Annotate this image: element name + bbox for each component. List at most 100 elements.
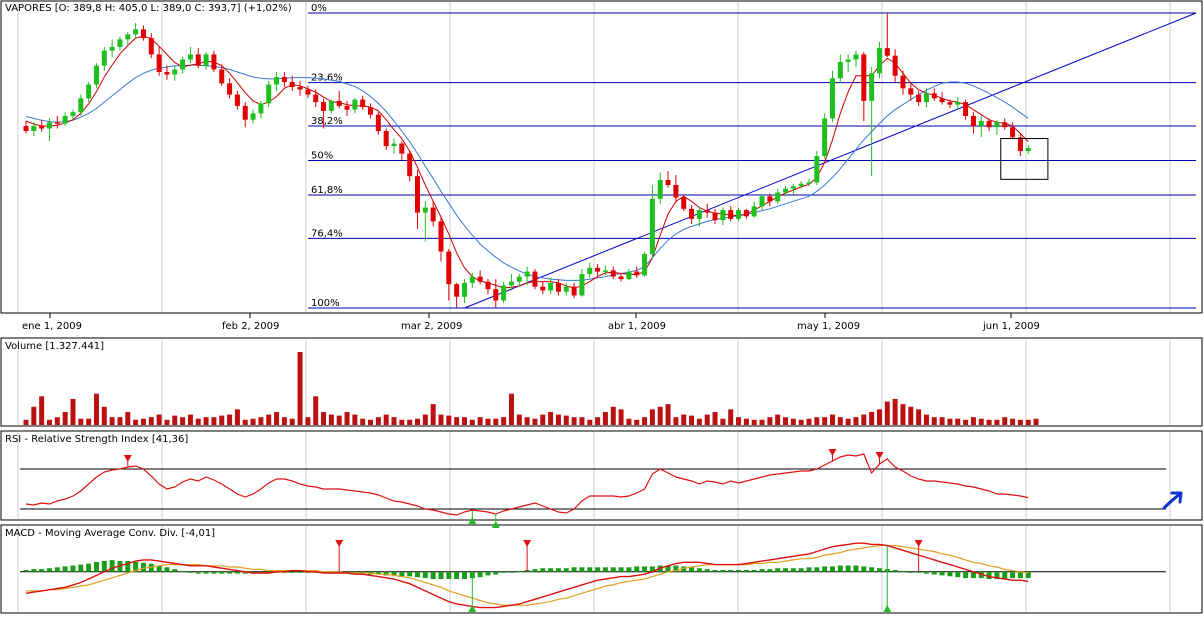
- candle-body: [689, 208, 695, 219]
- candle-down: [211, 50, 217, 72]
- candle-up: [814, 151, 820, 185]
- candle-body: [610, 270, 616, 277]
- candle-body: [1017, 137, 1023, 152]
- macd-histogram-bar: [955, 571, 961, 578]
- macd-histogram-bar: [939, 571, 945, 576]
- candle-up: [391, 138, 397, 154]
- candle-body: [595, 267, 601, 272]
- volume-bar: [187, 414, 193, 425]
- macd-histogram-bar: [532, 569, 538, 572]
- volume-bar: [164, 419, 170, 425]
- date-tick-label: abr 1, 2009: [608, 321, 666, 332]
- macd-histogram-bar: [454, 571, 460, 580]
- volume-bar: [884, 401, 890, 425]
- volume-bar: [516, 414, 522, 425]
- macd-histogram-bar: [743, 570, 749, 572]
- candle-body: [696, 210, 702, 219]
- rsi-grid: [17, 432, 1171, 519]
- macd-histogram-bar: [70, 565, 76, 572]
- candle-body: [180, 59, 186, 70]
- candle-body: [665, 179, 671, 185]
- volume-bar: [328, 414, 334, 425]
- candle-up: [642, 251, 648, 277]
- volume-bar: [743, 418, 749, 425]
- volume-bar: [540, 414, 546, 425]
- volume-bar: [869, 411, 875, 425]
- candle-body: [336, 100, 342, 106]
- volume-bar: [78, 418, 84, 425]
- volume-bar: [595, 417, 601, 425]
- candle-body: [422, 207, 428, 213]
- macd-histogram-bar: [78, 564, 84, 572]
- volume-bar: [211, 417, 217, 425]
- candle-body: [736, 210, 742, 219]
- volume-bar: [994, 419, 1000, 425]
- candle-body: [274, 77, 280, 85]
- candle-body: [1010, 127, 1016, 138]
- volume-bar: [501, 417, 507, 425]
- candle-up: [78, 94, 84, 116]
- date-tick-label: may 1, 2009: [797, 321, 860, 332]
- candle-down: [148, 33, 154, 59]
- macd-histogram-bar: [837, 565, 843, 572]
- candle-body: [70, 112, 76, 116]
- candle-down: [931, 88, 937, 101]
- candle-down: [164, 65, 170, 80]
- candle-up: [587, 262, 593, 278]
- volume-bar: [689, 415, 695, 425]
- candle-body: [712, 212, 718, 221]
- candle-body: [837, 61, 843, 79]
- candle-body: [587, 267, 593, 275]
- candle-down: [407, 151, 413, 182]
- volume-bar: [657, 406, 663, 425]
- volume-bar: [383, 414, 389, 425]
- candle-body: [375, 114, 381, 131]
- macd-histogram-bar: [908, 571, 914, 573]
- volume-bar: [148, 417, 154, 425]
- candle-up: [751, 201, 757, 218]
- volume-bar: [469, 419, 475, 425]
- candle-body: [305, 89, 311, 95]
- volume-bar: [970, 417, 976, 425]
- candle-body: [908, 88, 914, 95]
- candle-body: [93, 65, 99, 85]
- volume-grid: [17, 339, 1171, 425]
- candle-up: [180, 56, 186, 74]
- focus-box[interactable]: [1000, 138, 1049, 180]
- candle-down: [884, 13, 890, 57]
- candle-up: [328, 99, 334, 114]
- volume-bar: [728, 409, 734, 425]
- candle-down: [234, 90, 240, 110]
- volume-bar: [368, 419, 374, 425]
- candle-body: [156, 54, 162, 72]
- candle-down: [360, 95, 366, 110]
- volume-bar: [172, 415, 178, 425]
- fib-level-label: 38,2%: [311, 116, 343, 127]
- volume-bar: [845, 418, 851, 425]
- macd-histogram-bar: [563, 568, 569, 572]
- macd-histogram-bar: [900, 570, 906, 572]
- macd-histogram-bar: [798, 568, 804, 572]
- volume-bar: [485, 418, 491, 425]
- candle-down: [704, 203, 710, 218]
- candle-body: [242, 105, 248, 120]
- candle-body: [602, 270, 608, 272]
- macd-histogram-bar: [430, 571, 436, 580]
- volume-bar: [281, 417, 287, 425]
- candle-body: [140, 29, 146, 39]
- stock-chart[interactable]: 0%23,6%38,2%50%61,8%76,4%100% ene 1, 200…: [0, 0, 1204, 614]
- volume-bar: [23, 419, 29, 425]
- volume-bar: [955, 418, 961, 425]
- candle-body: [579, 274, 585, 296]
- volume-bar: [101, 406, 107, 425]
- macd-histogram-bar: [219, 571, 225, 574]
- volume-bar: [751, 419, 757, 425]
- volume-bar: [1033, 418, 1039, 425]
- candle-down: [156, 46, 162, 76]
- volume-bar: [313, 396, 319, 425]
- candle-up: [461, 279, 467, 303]
- macd-histogram-bar: [461, 571, 467, 580]
- macd-histogram-bar: [86, 563, 92, 572]
- macd-histogram-bar: [712, 570, 718, 572]
- macd-histogram-bar: [438, 571, 444, 580]
